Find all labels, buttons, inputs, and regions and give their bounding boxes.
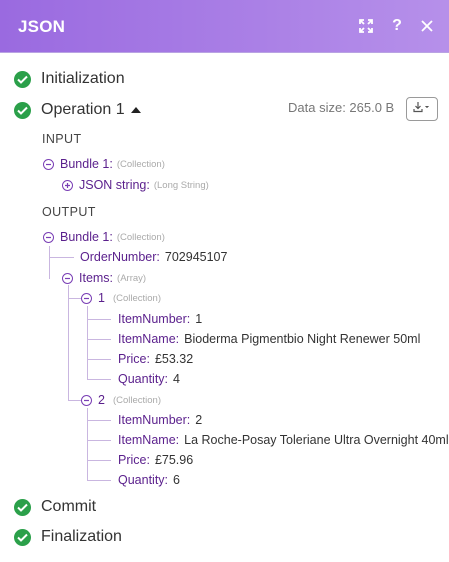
item-1-quantity-row: Quantity: 4 [118,370,180,388]
tree-key: ItemName: [118,332,180,346]
tree-key: Items: [79,271,114,285]
download-icon [413,100,431,118]
tree-key: ItemNumber: [118,413,191,427]
download-button[interactable] [406,97,438,121]
minus-circle-icon[interactable] [43,231,54,243]
stage-label: Operation 1 [41,101,125,118]
tree-key: 1 [98,291,105,305]
check-circle-icon [14,498,31,516]
tree-line [49,257,74,258]
stage-label: Finalization [41,528,122,545]
output-bundle-row[interactable]: Bundle 1: (Collection) [43,228,165,246]
check-circle-icon [14,70,31,88]
help-icon[interactable]: ? [388,17,406,35]
tree-line [87,440,111,441]
tree-line [49,246,50,279]
tree-key: JSON string: [79,178,150,192]
stage-label: Commit [41,498,97,515]
tree-value: 4 [173,372,180,386]
tree-line [87,480,111,481]
output-section-label: OUTPUT [42,205,96,219]
data-size: Data size: 265.0 B [288,100,395,115]
minus-circle-icon[interactable] [43,158,54,170]
tree-value: £75.96 [154,453,194,467]
tree-line [87,359,111,360]
tree-value: 1 [195,312,203,326]
order-number-row: OrderNumber: 702945107 [80,248,227,266]
item-1-row[interactable]: 1 (Collection) [81,289,161,307]
tree-key: Bundle 1: [60,230,113,244]
minus-circle-icon[interactable] [81,394,92,406]
tree-line [68,400,82,401]
item-2-row[interactable]: 2 (Collection) [81,391,161,409]
tree-key: ItemName: [118,433,180,447]
tree-line [87,420,111,421]
tree-line [87,319,111,320]
input-json-row[interactable]: JSON string: (Long String) [62,176,209,194]
input-section-label: INPUT [42,132,82,146]
tree-value: £53.32 [154,352,194,366]
tree-line [87,339,111,340]
item-2-number-row: ItemNumber: 2 [118,411,202,429]
tree-line [87,306,88,380]
minus-circle-icon[interactable] [62,272,73,284]
tree-type: (Collection) [116,231,165,243]
minus-circle-icon[interactable] [81,292,92,304]
caret-up-icon[interactable] [130,107,141,113]
tree-value: 702945107 [164,250,228,264]
tree-value: 6 [173,473,180,487]
check-circle-icon [14,528,31,546]
tree-line [87,379,111,380]
item-1-name-row: ItemName: Bioderma Pigmentbio Night Rene… [118,330,420,348]
item-2-price-row: Price: £75.96 [118,451,193,469]
stage-finalization[interactable]: Finalization [14,526,122,548]
tree-key: Price: [118,352,150,366]
tree-value: La Roche-Posay Toleriane Ultra Overnight… [184,433,449,447]
check-circle-icon [14,101,31,119]
tree-type: (Long String) [153,179,209,191]
tree-type: (Collection) [112,292,161,304]
tree-key: 2 [98,393,105,407]
input-bundle-row[interactable]: Bundle 1: (Collection) [43,155,165,173]
expand-icon[interactable] [357,17,375,35]
panel-header: JSON ? [0,0,449,53]
items-row[interactable]: Items: (Array) [62,269,146,287]
tree-value: 2 [195,413,203,427]
stage-initialization[interactable]: Initialization [14,68,125,90]
tree-line [68,285,69,401]
tree-type: (Array) [117,272,147,284]
tree-key: Price: [118,453,150,467]
tree-line [68,298,82,299]
item-1-price-row: Price: £53.32 [118,350,193,368]
tree-line [87,408,88,481]
stage-operation[interactable]: Operation 1 [14,99,141,121]
item-1-number-row: ItemNumber: 1 [118,310,202,328]
tree-key: OrderNumber: [80,250,160,264]
tree-key: Quantity: [118,473,169,487]
tree-type: (Collection) [112,394,161,406]
tree-value: Bioderma Pigmentbio Night Renewer 50ml [184,332,421,346]
tree-line [87,460,111,461]
item-2-name-row: ItemName: La Roche-Posay Toleriane Ultra… [118,431,449,449]
close-icon[interactable] [418,17,436,35]
tree-key: ItemNumber: [118,312,191,326]
tree-key: Quantity: [118,372,169,386]
tree-key: Bundle 1: [60,157,113,171]
stage-label: Initialization [41,70,125,87]
tree-type: (Collection) [116,158,165,170]
panel-title: JSON [18,17,66,36]
plus-circle-icon[interactable] [62,179,73,191]
stage-commit[interactable]: Commit [14,496,96,518]
item-2-quantity-row: Quantity: 6 [118,471,180,489]
